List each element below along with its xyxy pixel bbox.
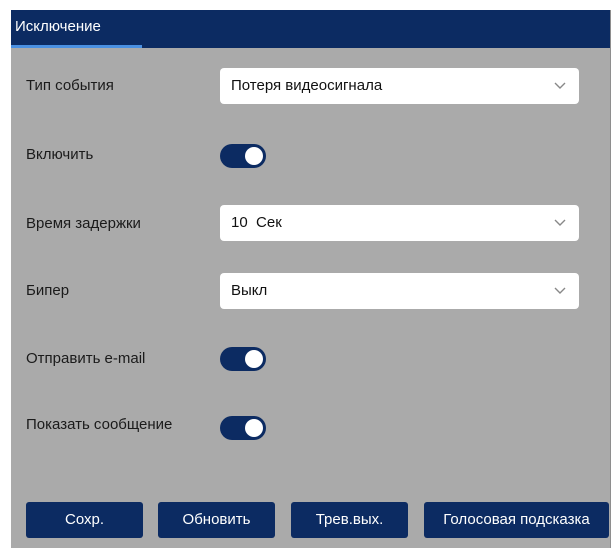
toggle-knob: [245, 419, 263, 437]
save-button[interactable]: Сохр.: [26, 502, 143, 538]
exception-panel: Исключение Тип события Потеря видеосигна…: [11, 10, 611, 548]
enable-toggle[interactable]: [220, 144, 266, 168]
active-tab-indicator: [11, 45, 142, 48]
event-type-value: Потеря видеосигнала: [231, 77, 383, 94]
event-type-label: Тип события: [26, 77, 114, 94]
delay-time-value: 10 Сек: [231, 214, 282, 231]
show-message-label: Показать сообщение: [26, 416, 173, 433]
delay-time-select[interactable]: 10 Сек: [220, 205, 579, 241]
alarm-out-button[interactable]: Трев.вых.: [291, 502, 408, 538]
event-type-select[interactable]: Потеря видеосигнала: [220, 68, 579, 104]
voice-prompt-button[interactable]: Голосовая подсказка: [424, 502, 609, 538]
tab-exception[interactable]: Исключение: [11, 10, 142, 48]
show-message-toggle[interactable]: [220, 416, 266, 440]
refresh-button[interactable]: Обновить: [158, 502, 275, 538]
panel-header: Исключение: [11, 10, 610, 48]
enable-label: Включить: [26, 146, 94, 163]
toggle-knob: [245, 350, 263, 368]
toggle-knob: [245, 147, 263, 165]
beeper-select[interactable]: Выкл: [220, 273, 579, 309]
send-email-toggle[interactable]: [220, 347, 266, 371]
beeper-label: Бипер: [26, 282, 70, 299]
chevron-down-icon: [554, 82, 566, 89]
beeper-value: Выкл: [231, 282, 268, 299]
chevron-down-icon: [554, 287, 566, 294]
delay-time-label: Время задержки: [26, 215, 141, 232]
send-email-label: Отправить e-mail: [26, 350, 146, 367]
chevron-down-icon: [554, 219, 566, 226]
tab-exception-label: Исключение: [15, 18, 101, 35]
